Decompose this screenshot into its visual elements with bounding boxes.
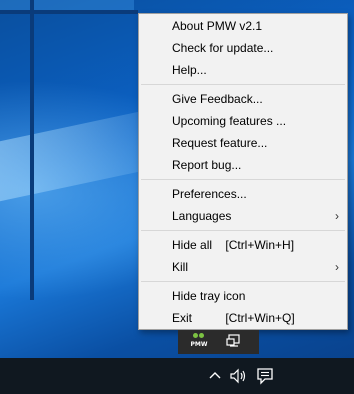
monitor-tray-icon[interactable] — [226, 334, 242, 348]
menu-item-label: Languages — [172, 209, 232, 223]
menu-item-exit[interactable]: Exit [Ctrl+Win+Q] — [139, 307, 347, 329]
pmw-icon-dot — [199, 333, 204, 338]
chevron-up-icon[interactable] — [209, 370, 221, 380]
pmw-icon-text: PMW — [190, 341, 208, 348]
menu-item-label: About PMW v2.1 — [172, 19, 263, 33]
pmw-icon-dot — [193, 333, 198, 338]
menu-item-about[interactable]: About PMW v2.1 — [139, 15, 347, 37]
desktop: About PMW v2.1 Check for update... Help.… — [0, 0, 354, 394]
menu-item-label: Help... — [172, 63, 207, 77]
menu-item-report-bug[interactable]: Report bug... — [139, 154, 347, 176]
menu-item-label: Request feature... — [172, 136, 268, 150]
menu-item-languages[interactable]: Languages › — [139, 205, 347, 227]
menu-item-help[interactable]: Help... — [139, 59, 347, 81]
menu-item-give-feedback[interactable]: Give Feedback... — [139, 88, 347, 110]
menu-separator — [141, 84, 345, 85]
notification-icon[interactable] — [256, 367, 274, 385]
menu-item-check-update[interactable]: Check for update... — [139, 37, 347, 59]
menu-item-label: Hide all [Ctrl+Win+H] — [172, 238, 295, 252]
speaker-icon[interactable] — [230, 368, 248, 384]
menu-item-kill[interactable]: Kill › — [139, 256, 347, 278]
menu-item-request-feature[interactable]: Request feature... — [139, 132, 347, 154]
menu-item-label: Preferences... — [172, 187, 247, 201]
menu-item-hide-all[interactable]: Hide all [Ctrl+Win+H] — [139, 234, 347, 256]
menu-item-preferences[interactable]: Preferences... — [139, 183, 347, 205]
menu-item-label: Kill — [172, 260, 189, 274]
menu-item-label: Report bug... — [172, 158, 242, 172]
submenu-arrow-icon: › — [335, 209, 339, 223]
tray-context-menu: About PMW v2.1 Check for update... Help.… — [138, 13, 348, 330]
menu-separator — [141, 281, 345, 282]
menu-item-label: Exit [Ctrl+Win+Q] — [172, 311, 295, 325]
pmw-tray-icon[interactable]: PMW — [188, 332, 208, 352]
submenu-arrow-icon: › — [335, 260, 339, 274]
wallpaper-logo-pane — [0, 0, 30, 10]
wallpaper-logo-pane — [34, 0, 134, 10]
menu-item-label: Check for update... — [172, 41, 274, 55]
tray-overflow-flyout: PMW — [178, 330, 259, 354]
taskbar — [0, 358, 354, 394]
menu-item-hide-tray-icon[interactable]: Hide tray icon — [139, 285, 347, 307]
menu-item-label: Hide tray icon — [172, 289, 246, 303]
menu-separator — [141, 179, 345, 180]
menu-separator — [141, 230, 345, 231]
menu-item-label: Upcoming features ... — [172, 114, 287, 128]
menu-item-label: Give Feedback... — [172, 92, 263, 106]
menu-item-upcoming-features[interactable]: Upcoming features ... — [139, 110, 347, 132]
wallpaper-logo-divider — [30, 0, 34, 300]
wallpaper-logo-divider — [0, 10, 138, 14]
